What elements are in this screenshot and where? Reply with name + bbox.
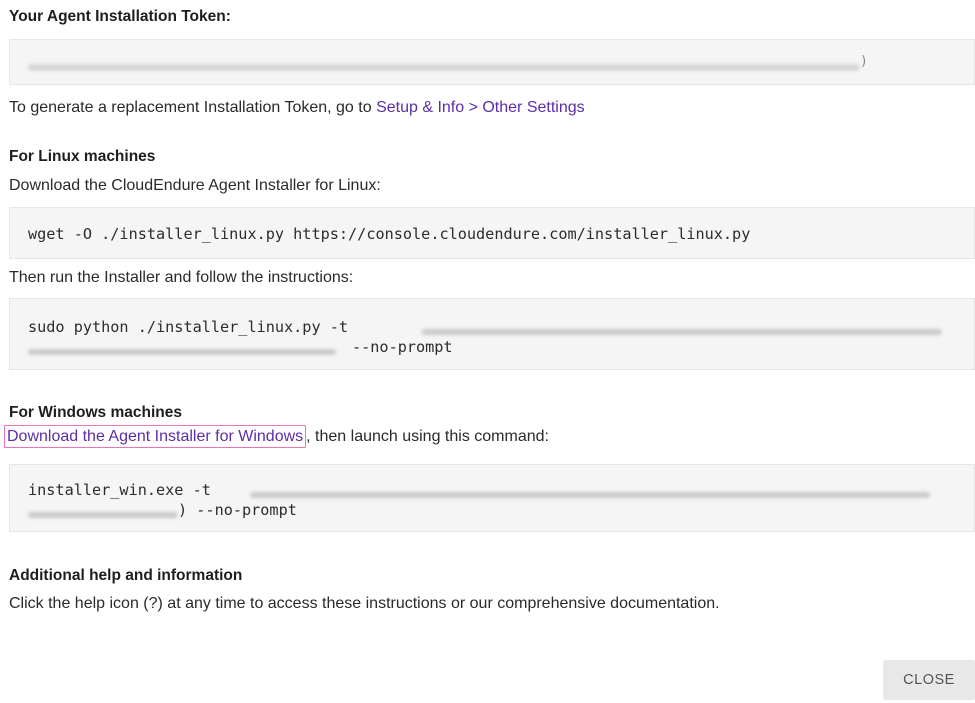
linux-run-command-prefix: sudo python ./installer_linux.py -t	[28, 318, 349, 336]
linux-token-redacted-1	[422, 323, 942, 341]
linux-download-command-box[interactable]: wget -O ./installer_linux.py https://con…	[9, 207, 975, 259]
windows-token-redacted-1	[250, 486, 930, 504]
linux-title: For Linux machines	[9, 148, 156, 165]
token-value-redacted	[28, 59, 868, 72]
linux-run-text: Then run the Installer and follow the in…	[9, 269, 354, 286]
linux-run-command-box[interactable]: sudo python ./installer_linux.py -t --no…	[9, 298, 975, 370]
help-text: Click the help icon (?) at any time to a…	[9, 595, 720, 612]
windows-command-prefix: installer_win.exe -t	[28, 481, 211, 499]
download-windows-installer-link[interactable]: Download the Agent Installer for Windows	[7, 428, 303, 445]
linux-run-command-suffix: --no-prompt	[352, 338, 453, 356]
windows-download-highlight: Download the Agent Installer for Windows	[4, 425, 307, 448]
replace-token-text: To generate a replacement Installation T…	[9, 99, 377, 116]
windows-command-suffix: ) --no-prompt	[178, 501, 297, 519]
close-button[interactable]: CLOSE	[883, 660, 975, 700]
windows-download-line: Download the Agent Installer for Windows…	[4, 425, 549, 448]
linux-token-redacted-2	[28, 343, 338, 361]
windows-command-box[interactable]: installer_win.exe -t ) --no-prompt	[9, 464, 975, 532]
token-box[interactable]: )	[9, 39, 975, 85]
token-title: Your Agent Installation Token:	[9, 8, 231, 25]
linux-download-command: wget -O ./installer_linux.py https://con…	[28, 225, 751, 243]
setup-info-other-settings-link[interactable]: Setup & Info > Other Settings	[376, 99, 585, 116]
windows-download-suffix: , then launch using this command:	[306, 428, 549, 445]
token-end-mark: )	[860, 54, 868, 69]
windows-title: For Windows machines	[9, 404, 182, 421]
linux-download-text: Download the CloudEndure Agent Installer…	[9, 177, 381, 194]
windows-token-redacted-2	[28, 506, 178, 524]
replace-token-line: To generate a replacement Installation T…	[9, 98, 585, 118]
help-title: Additional help and information	[9, 567, 243, 584]
